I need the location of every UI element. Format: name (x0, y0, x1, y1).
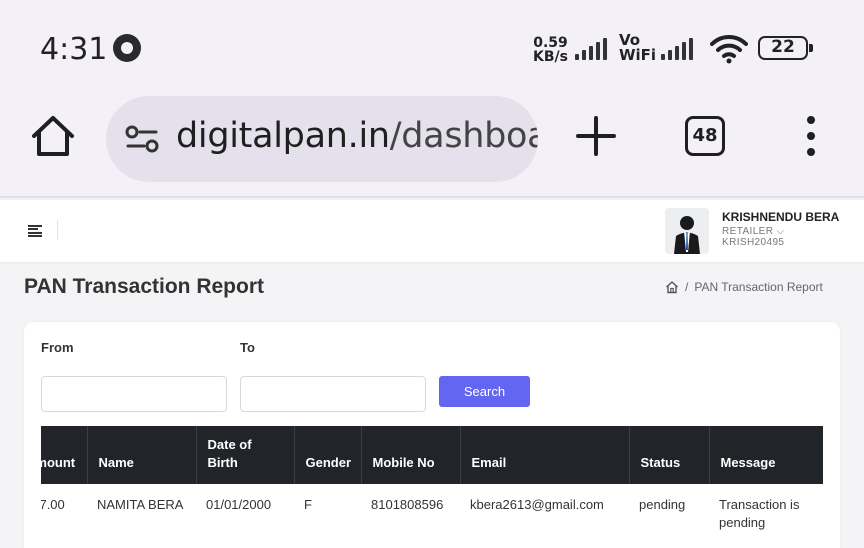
to-date-input[interactable] (240, 376, 426, 412)
url-domain: digitalpan.in (176, 116, 390, 156)
col-header-mobile[interactable]: Mobile No (361, 426, 461, 484)
avatar[interactable] (665, 208, 709, 254)
from-date-input[interactable] (41, 376, 227, 412)
user-id: KRISH20495 (722, 237, 785, 248)
col-header-status[interactable]: Status (629, 426, 710, 484)
from-label: From (41, 340, 74, 355)
transactions-table: Amount Name Date of Birth Gender Mobile N… (41, 426, 823, 548)
breadcrumb: / PAN Transaction Report (665, 280, 823, 294)
nav-divider (57, 220, 58, 240)
page-title: PAN Transaction Report (24, 275, 264, 298)
col-header-gender[interactable]: Gender (294, 426, 362, 484)
network-speed: 0.59 KB/s (533, 36, 568, 64)
table-row: 107.00 NAMITA BERA 01/01/2000 F 81018085… (41, 484, 823, 548)
network-speed-value: 0.59 (533, 35, 568, 51)
menu-toggle-icon[interactable] (28, 225, 42, 237)
cell-name: NAMITA BERA (97, 497, 184, 512)
breadcrumb-separator: / (685, 280, 689, 294)
cell-message: Transaction is pending (719, 497, 800, 530)
cell-email: kbera2613@gmail.com (470, 497, 604, 512)
url-path: /dashboar (389, 116, 538, 156)
cell-mobile: 8101808596 (371, 497, 444, 512)
web-page: KRISHNENDU BERA RETAILER ⌵ KRISH20495 PA… (0, 200, 864, 548)
tab-switcher-button[interactable]: 48 (685, 116, 725, 156)
network-speed-unit: KB/s (533, 49, 568, 65)
search-button[interactable]: Search (439, 376, 530, 407)
home-button[interactable] (30, 114, 76, 158)
cell-gender: F (304, 497, 312, 512)
notification-app-icon (113, 34, 141, 62)
col-header-email[interactable]: Email (460, 426, 630, 484)
to-label: To (240, 340, 255, 355)
report-card: From To Search Amount Name Date of Birth … (24, 322, 840, 548)
url-text: digitalpan.in/dashboar (176, 116, 538, 156)
col-header-dob-line1: Date of (207, 437, 252, 452)
battery-indicator: 22 (758, 36, 813, 60)
cell-signal-2-icon (661, 36, 693, 60)
wifi-label: WiFi (619, 46, 657, 64)
address-bar[interactable]: digitalpan.in/dashboar (106, 96, 538, 182)
new-tab-button[interactable] (576, 114, 616, 158)
col-header-message[interactable]: Message (709, 426, 823, 484)
cell-amount: 107.00 (41, 497, 65, 512)
browser-toolbar: digitalpan.in/dashboar 48 (0, 96, 864, 198)
wifi-icon (710, 34, 748, 64)
transactions-table-container[interactable]: Amount Name Date of Birth Gender Mobile N… (41, 426, 823, 548)
user-role-dropdown[interactable]: RETAILER ⌵ (722, 226, 785, 237)
status-time: 4:31 (40, 32, 108, 67)
breadcrumb-current: PAN Transaction Report (694, 280, 823, 294)
top-navbar: KRISHNENDU BERA RETAILER ⌵ KRISH20495 (0, 200, 864, 262)
col-header-amount[interactable]: Amount (41, 426, 88, 484)
status-bar: 4:31 0.59 KB/s Vo WiFi 22 (0, 0, 864, 96)
cell-status: pending (639, 497, 686, 512)
table-header-row: Amount Name Date of Birth Gender Mobile N… (41, 426, 823, 484)
cell-signal-icon (575, 36, 607, 60)
vowifi-indicator: Vo WiFi (619, 33, 656, 63)
col-header-name[interactable]: Name (87, 426, 197, 484)
cell-dob: 01/01/2000 (206, 497, 272, 512)
home-icon[interactable] (665, 280, 679, 294)
browser-menu-button[interactable] (805, 116, 817, 156)
col-header-dob-line2: Birth (207, 455, 238, 470)
user-name[interactable]: KRISHNENDU BERA (722, 210, 839, 224)
col-header-dob[interactable]: Date of Birth (196, 426, 295, 484)
site-settings-icon[interactable] (124, 124, 160, 154)
